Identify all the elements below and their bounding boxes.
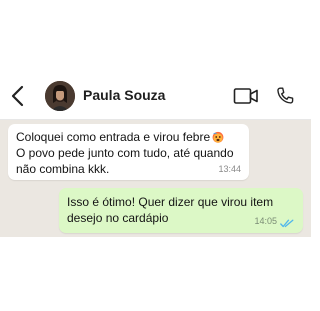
chat-header: Paula Souza xyxy=(0,72,311,120)
message-text: Coloquei como entrada e virou febre O po… xyxy=(16,130,234,176)
phone-icon[interactable] xyxy=(274,84,296,108)
message-time: 13:44 xyxy=(218,164,241,174)
chat-area: Coloquei como entrada e virou febre O po… xyxy=(0,120,311,237)
video-camera-icon[interactable] xyxy=(233,86,259,106)
outgoing-message[interactable]: Isso é ótimo! Quer dizer que virou item … xyxy=(59,188,303,233)
read-ticks-icon xyxy=(280,219,294,228)
contact-name[interactable]: Paula Souza xyxy=(83,87,165,103)
message-time: 14:05 xyxy=(254,216,277,226)
hot-face-emoji xyxy=(212,131,224,143)
chevron-left-icon[interactable] xyxy=(8,84,28,108)
incoming-message[interactable]: Coloquei como entrada e virou febre O po… xyxy=(8,124,249,180)
avatar[interactable] xyxy=(45,81,75,111)
